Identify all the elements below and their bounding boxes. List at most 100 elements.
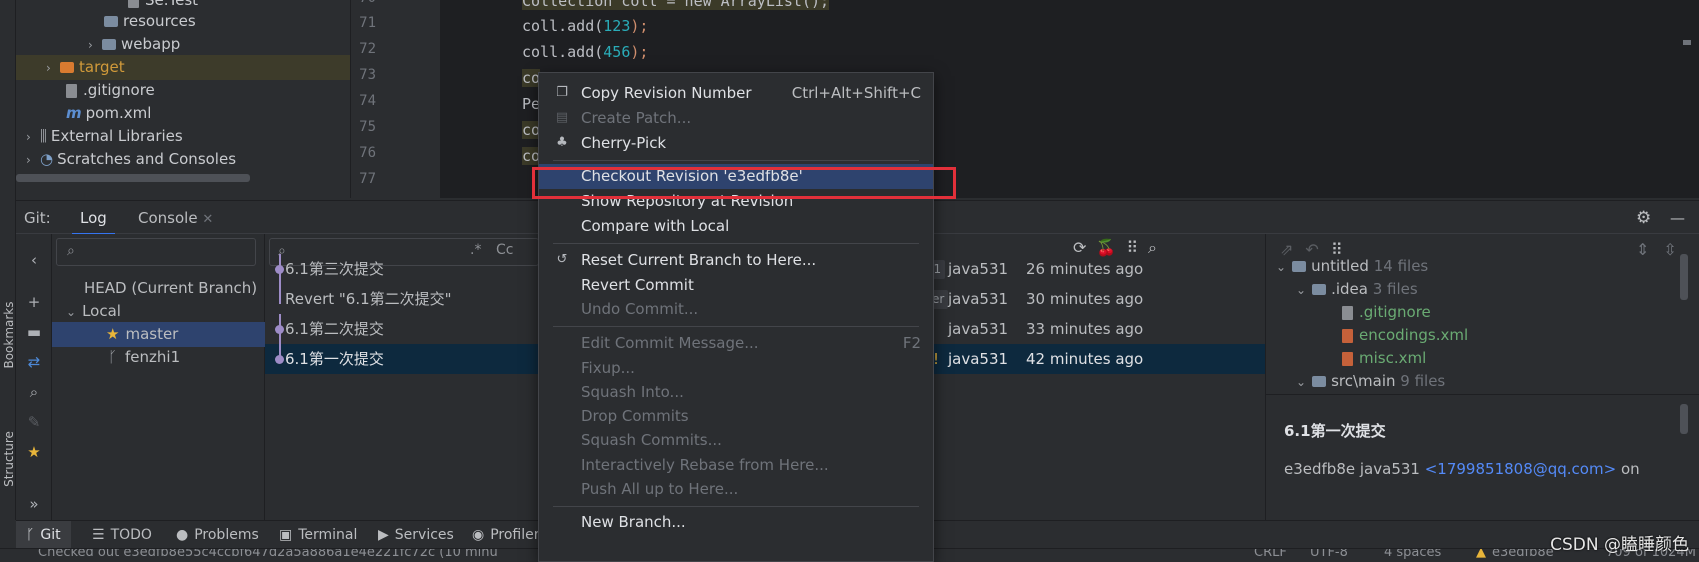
commit-time: 33 minutes ago (1026, 320, 1144, 338)
branch-master[interactable]: ★ master (52, 322, 265, 347)
tree-item-pom[interactable]: m pom.xml (66, 101, 151, 126)
menu-label: Drop Commits (581, 407, 689, 425)
menu-label: Revert Commit (581, 276, 694, 294)
chevron-right-icon: › (26, 153, 31, 167)
minimize-icon[interactable]: — (1670, 201, 1685, 235)
graph-line (279, 314, 281, 344)
search-icon: ⌕ (67, 243, 75, 259)
tool-tab-git[interactable]: ᚴ Git (16, 521, 71, 549)
details-scrollbar[interactable] (1680, 404, 1688, 434)
more-icon[interactable]: » (26, 496, 42, 512)
search-icon[interactable]: ⌕ (26, 384, 42, 400)
menu-squash-into[interactable]: Squash Into... (539, 380, 933, 405)
changed-file[interactable]: misc.xml (1342, 346, 1426, 371)
tree-item-webapp[interactable]: › webapp (88, 32, 180, 57)
git-prefix-label: Git: (24, 209, 51, 227)
line-separator[interactable]: CRLF (1254, 549, 1287, 560)
file-label: misc.xml (1359, 349, 1427, 367)
excluded-folder-icon (60, 62, 74, 73)
menu-reset-branch[interactable]: ↺ Reset Current Branch to Here... (539, 248, 933, 273)
menu-drop-commits[interactable]: Drop Commits (539, 404, 933, 429)
edit-icon[interactable]: ✎ (26, 414, 42, 430)
menu-revert-commit[interactable]: Revert Commit (539, 273, 933, 298)
tree-item-resources[interactable]: resources (104, 9, 196, 34)
menu-fixup[interactable]: Fixup... (539, 356, 933, 381)
file-icon (128, 0, 139, 8)
cherry-icon: ♣ (556, 135, 568, 150)
tool-tab-todo[interactable]: ☰ TODO (92, 521, 152, 549)
project-tree: Se.Test resources › webapp › target .gitig… (16, 0, 350, 198)
menu-push-up-to-here[interactable]: Push All up to Here... (539, 477, 933, 502)
tree-item-target[interactable]: › target (16, 55, 350, 80)
tool-tab-problems[interactable]: ● Problems (176, 521, 259, 549)
menu-label: Reset Current Branch to Here... (581, 251, 817, 269)
branch-head[interactable]: HEAD (Current Branch) (52, 276, 265, 301)
branch-search-field[interactable]: ⌕ (56, 238, 256, 266)
menu-create-patch[interactable]: ▤ Create Patch... (539, 106, 933, 131)
expand-all-icon[interactable]: ⇕ (1636, 240, 1663, 259)
changed-file[interactable]: encodings.xml (1342, 323, 1468, 348)
menu-squash-commits[interactable]: Squash Commits... (539, 428, 933, 453)
divider (1266, 394, 1699, 395)
fetch-icon[interactable]: ⇄ (26, 354, 42, 370)
commit-author: java531 (1359, 460, 1420, 478)
changed-file[interactable]: .gitignore (1342, 300, 1431, 325)
folder-icon (1312, 376, 1327, 387)
file-tree-idea[interactable]: ⌄ .idea 3 files (1296, 277, 1418, 302)
current-branch[interactable]: e3edfb8e (1492, 549, 1554, 560)
info-icon: ● (176, 527, 189, 543)
menu-label: Compare with Local (581, 217, 730, 235)
menu-undo-commit[interactable]: Undo Commit... (539, 297, 933, 322)
menu-new-branch[interactable]: New Branch... (539, 510, 933, 535)
tree-item-external-libraries[interactable]: › ⫼ External Libraries (26, 124, 183, 149)
commit-graph-node (275, 355, 284, 364)
tool-tab-profiler[interactable]: ◉ Profiler (472, 521, 540, 549)
commit-details-panel: ⇗↶⠿ ⇕⇳ ⌄ untitled 14 files ⌄ .idea 3 files… (1265, 234, 1699, 520)
horizontal-scrollbar[interactable] (16, 174, 250, 182)
structure-label[interactable]: Structure (2, 424, 16, 494)
branch-label: Local (82, 302, 121, 320)
branches-panel: ⌕ HEAD (Current Branch) ⌄ Local ★ master ᚴ… (52, 234, 265, 520)
tree-item-scratches[interactable]: › ◔ Scratches and Consoles (26, 147, 236, 172)
tab-console-label: Console (138, 209, 198, 227)
file-tree-scrollbar[interactable] (1680, 254, 1688, 300)
menu-label: Undo Commit... (581, 300, 699, 318)
file-tree-root[interactable]: ⌄ untitled 14 files (1276, 254, 1428, 279)
menu-edit-message[interactable]: Edit Commit Message... F2 (539, 331, 933, 356)
graph-line (279, 274, 281, 304)
close-icon[interactable]: ✕ (202, 212, 213, 227)
menu-cherry-pick[interactable]: ♣ Cherry-Pick (539, 131, 933, 156)
menu-copy-revision[interactable]: ❐ Copy Revision Number Ctrl+Alt+Shift+C (539, 81, 933, 106)
branch-label: master (125, 325, 179, 343)
menu-label: Push All up to Here... (581, 480, 739, 498)
author-email-link[interactable]: <1799851808@qq.com> (1425, 460, 1616, 478)
line-number: 72 (359, 41, 376, 57)
star-icon[interactable]: ★ (26, 444, 42, 460)
menu-label: New Branch... (581, 513, 686, 531)
indent-setting[interactable]: 4 spaces (1384, 549, 1441, 560)
code-line: coll.add(456); (522, 43, 648, 61)
delete-icon[interactable]: ▬ (26, 324, 42, 340)
chevron-down-icon: ⌄ (1296, 375, 1307, 389)
status-message[interactable]: Checked out e3edfb8e55c4ccbf647d2a5a886a… (38, 549, 498, 560)
xml-file-icon (1342, 328, 1353, 343)
menu-compare-local[interactable]: Compare with Local (539, 214, 933, 239)
branch-group-local[interactable]: ⌄ Local (52, 299, 265, 324)
tab-console[interactable]: Console ✕ (130, 201, 221, 235)
tool-tab-terminal[interactable]: ▣ Terminal (279, 521, 357, 549)
add-icon[interactable]: + (26, 294, 42, 310)
folder-icon (1312, 284, 1327, 295)
menu-label: Edit Commit Message... (581, 334, 759, 352)
tree-item-gitignore[interactable]: .gitignore (66, 78, 155, 103)
highlight-box (532, 167, 956, 199)
line-number: 74 (359, 93, 376, 109)
file-encoding[interactable]: UTF-8 (1310, 549, 1348, 560)
gear-icon[interactable]: ⚙ (1636, 201, 1651, 235)
file-tree-src[interactable]: ⌄ src\main 9 files (1296, 369, 1445, 394)
menu-interactive-rebase[interactable]: Interactively Rebase from Here... (539, 453, 933, 478)
arrow-left-icon[interactable]: ‹ (26, 252, 42, 268)
bookmarks-label[interactable]: Bookmarks (2, 300, 16, 370)
tab-log[interactable]: Log (72, 201, 115, 235)
tool-tab-services[interactable]: ▶ Services (378, 521, 454, 549)
branch-fenzhi1[interactable]: ᚴ fenzhi1 (52, 345, 265, 370)
